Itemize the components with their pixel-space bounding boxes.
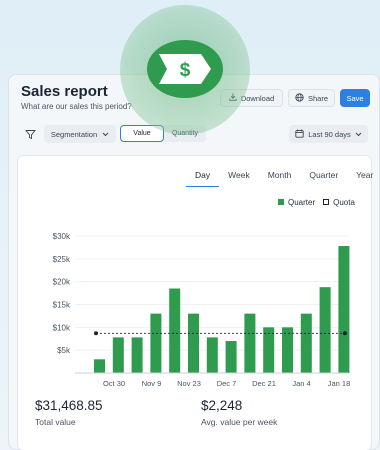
chevron-down-icon xyxy=(102,130,109,139)
sales-bar-chart: $30k $25k $20k $15k $10k $5k Oct 30 Nov 9 Nov 23… xyxy=(53,232,351,388)
stat-avg-value: $2,248 Avg. value per week xyxy=(201,398,277,427)
stat-total-value: $31,468.85 Total value xyxy=(35,398,103,427)
save-button[interactable]: Save xyxy=(340,89,370,107)
bar xyxy=(244,313,256,373)
dollar-badge-icon: $ xyxy=(147,40,223,98)
stat-total-value-label: Total value xyxy=(35,417,76,427)
segmentation-dropdown[interactable]: Segmentation xyxy=(44,125,116,143)
y-tick-label: $25k xyxy=(53,255,71,264)
date-range-label: Last 90 days xyxy=(308,129,351,139)
chart-panel: Day Week Month Quarter Year Quarter Quot… xyxy=(17,155,373,450)
page-title: Sales report xyxy=(21,83,108,100)
calendar-icon xyxy=(295,129,304,140)
y-tick-label: $5k xyxy=(57,346,71,355)
date-range-dropdown[interactable]: Last 90 days xyxy=(289,125,368,143)
quota-point xyxy=(94,331,98,336)
y-tick-label: $15k xyxy=(53,301,71,310)
stat-avg-value-number: $2,248 xyxy=(201,398,243,413)
y-tick-label: $10k xyxy=(53,323,71,332)
stat-total-value-number: $31,468.85 xyxy=(35,398,103,413)
bar xyxy=(150,313,162,373)
bar xyxy=(338,246,350,373)
quota-point xyxy=(342,331,347,336)
bar xyxy=(319,287,331,373)
bar xyxy=(206,337,218,373)
page-subtitle: What are our sales this period? xyxy=(21,102,132,111)
bar xyxy=(94,359,105,373)
filter-icon[interactable] xyxy=(21,125,39,143)
x-tick-label: Oct 30 xyxy=(103,379,125,388)
bar xyxy=(188,313,199,373)
chevron-down-icon xyxy=(355,130,362,139)
bar xyxy=(112,337,124,373)
stat-avg-value-label: Avg. value per week xyxy=(201,417,278,427)
bar xyxy=(169,288,181,373)
x-tick-label: Dec 7 xyxy=(217,379,237,388)
badge-symbol: $ xyxy=(180,60,191,81)
globe-icon xyxy=(295,92,304,104)
x-tick-label: Nov 9 xyxy=(142,379,162,388)
x-tick-label: Dec 21 xyxy=(252,379,276,388)
segmentation-label: Segmentation xyxy=(50,129,98,139)
bar xyxy=(131,337,143,373)
bar xyxy=(225,341,237,373)
x-tick-label: Jan 4 xyxy=(292,379,310,388)
share-button[interactable]: Share xyxy=(288,89,335,107)
x-tick-label: Jan 18 xyxy=(328,379,351,388)
download-label: Download xyxy=(240,93,275,103)
bar xyxy=(282,327,293,373)
bar xyxy=(300,313,312,373)
y-tick-label: $20k xyxy=(53,278,71,287)
y-tick-label: $30k xyxy=(53,232,71,241)
share-label: Share xyxy=(307,93,328,103)
x-tick-label: Nov 23 xyxy=(177,379,201,388)
bar xyxy=(263,327,275,373)
